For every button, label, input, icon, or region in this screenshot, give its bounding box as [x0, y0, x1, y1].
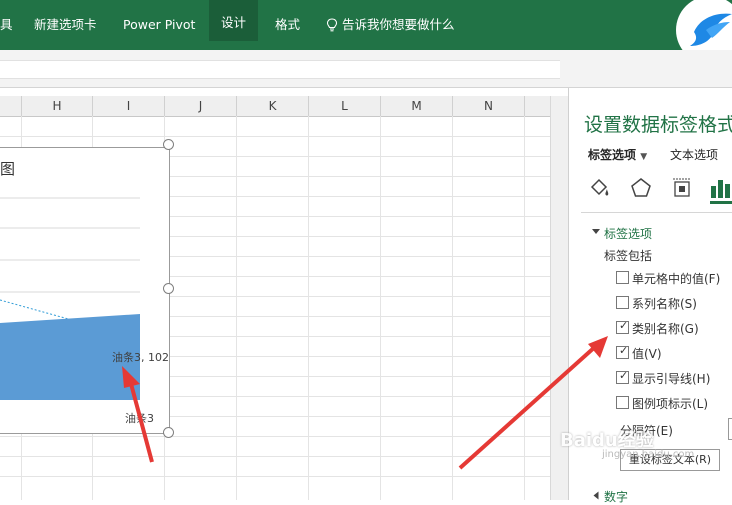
check-icon: ✓: [619, 319, 629, 332]
grid-line: [308, 116, 309, 500]
grid-line: [0, 476, 550, 477]
lightbulb-icon: [326, 18, 338, 32]
tell-me-text: 告诉我你想要做什么: [342, 17, 455, 32]
checkbox-label: 值(V): [632, 347, 662, 361]
checkbox-label: 单元格中的值(F): [632, 272, 721, 286]
checkbox-box[interactable]: ✓: [616, 344, 629, 359]
check-icon: ✓: [619, 344, 629, 357]
collapse-triangle-icon[interactable]: [592, 229, 600, 234]
tab-new[interactable]: 新建选项卡: [34, 14, 97, 36]
tab-power-pivot[interactable]: Power Pivot: [123, 14, 195, 36]
grid-line: [236, 116, 237, 500]
column-header-o[interactable]: [525, 96, 551, 117]
grid-line: [0, 456, 550, 457]
pane-title: 设置数据标签格式: [584, 114, 732, 136]
formula-input[interactable]: [0, 60, 560, 79]
selected-icon-indicator: [710, 201, 732, 204]
grid-line: [0, 436, 550, 437]
column-header-l[interactable]: L: [309, 96, 381, 117]
pentagon-icon[interactable]: [629, 176, 653, 200]
column-header-k[interactable]: K: [237, 96, 309, 117]
tab-format[interactable]: 格式: [275, 14, 300, 36]
data-label-point[interactable]: 油条3, 102: [112, 349, 169, 365]
checkbox-box[interactable]: [616, 271, 629, 284]
fill-icon[interactable]: [588, 176, 612, 200]
watermark-subtext: jingyan.baidu.com: [602, 449, 695, 460]
size-properties-icon[interactable]: [670, 176, 694, 200]
column-header-h[interactable]: H: [22, 96, 93, 117]
separator-dropdown[interactable]: [728, 418, 732, 440]
column-header-j[interactable]: J: [165, 96, 237, 117]
column-header-n[interactable]: N: [453, 96, 525, 117]
ribbon: 具 新建选项卡 Power Pivot 设计 格式 告诉我你想要做什么: [0, 0, 732, 64]
column-header-i[interactable]: I: [93, 96, 165, 117]
resize-handle-top-right[interactable]: [163, 139, 174, 150]
tell-me-box[interactable]: 告诉我你想要做什么: [326, 14, 455, 36]
chart-area[interactable]: 图 油条3, 102 油条3: [0, 147, 170, 434]
chart-plot: [0, 197, 140, 400]
checkbox-box[interactable]: ✓: [616, 319, 629, 334]
column-header-m[interactable]: M: [381, 96, 453, 117]
checkbox-label: 类别名称(G): [632, 322, 699, 336]
formula-bar-area: [0, 50, 732, 88]
data-label-category[interactable]: 油条3: [125, 410, 154, 426]
checkbox-box[interactable]: ✓: [616, 369, 629, 384]
tab-tools[interactable]: 具: [0, 14, 13, 36]
trend-line: [0, 299, 73, 321]
resize-handle-bottom-right[interactable]: [163, 427, 174, 438]
checkbox-box[interactable]: [616, 296, 629, 309]
resize-handle-right[interactable]: [163, 283, 174, 294]
column-header-g[interactable]: [0, 96, 22, 117]
chevron-down-icon: ▼: [640, 152, 648, 162]
section-number[interactable]: 数字: [604, 488, 628, 505]
grid-line: [524, 116, 525, 500]
bar-chart-icon[interactable]: [710, 176, 732, 200]
tab-label-options[interactable]: 标签选项 ▼: [588, 146, 647, 163]
grid-line: [380, 116, 381, 500]
expand-triangle-icon[interactable]: [593, 491, 599, 500]
checkbox-box[interactable]: [616, 396, 629, 409]
check-icon: ✓: [619, 369, 629, 382]
tab-design[interactable]: 设计: [209, 0, 259, 41]
grid-line: [452, 116, 453, 500]
checkbox-label: 图例项标示(L): [632, 397, 709, 411]
checkbox-label: 系列名称(S): [632, 297, 697, 311]
grid-line: [0, 136, 550, 137]
label-contains-heading: 标签包括: [604, 249, 653, 263]
checkbox-label: 显示引导线(H): [632, 372, 711, 386]
tab-text-options[interactable]: 文本选项: [670, 146, 718, 163]
section-label-options[interactable]: 标签选项: [604, 225, 652, 242]
pane-divider: [581, 212, 732, 213]
